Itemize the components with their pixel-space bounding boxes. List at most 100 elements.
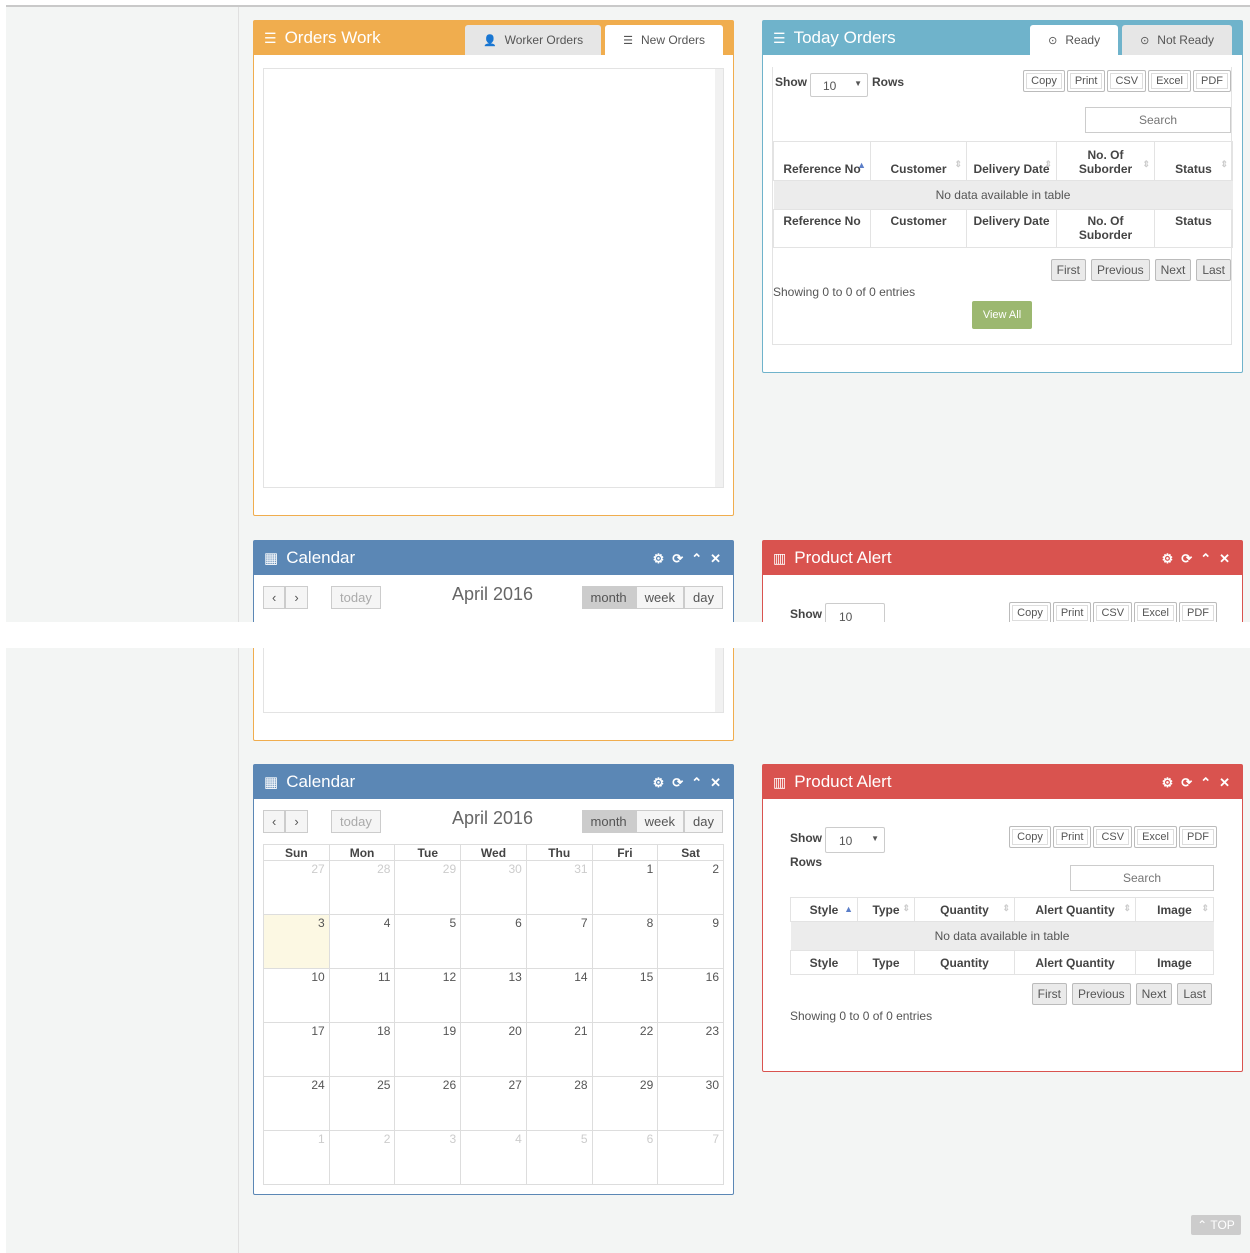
chevron-up-icon[interactable]: ⌃: [691, 775, 702, 791]
rows-select[interactable]: 10 ▼: [810, 73, 868, 97]
calendar-day-cell[interactable]: 6: [460, 914, 527, 969]
orders-work-content[interactable]: [263, 68, 724, 488]
calendar-day-cell[interactable]: 13: [460, 968, 527, 1023]
excel-button[interactable]: Excel: [1134, 826, 1177, 848]
calendar-day-cell[interactable]: 7: [525, 914, 593, 969]
pdf-button[interactable]: PDF: [1193, 70, 1231, 92]
copy-button[interactable]: Copy: [1009, 826, 1051, 848]
calendar-day-cell[interactable]: 24: [263, 1076, 330, 1131]
calendar-day-cell[interactable]: 4: [328, 914, 396, 969]
tab-not-ready[interactable]: ⊙ Not Ready: [1122, 25, 1232, 55]
pdf-button[interactable]: PDF: [1179, 826, 1217, 848]
column-header[interactable]: Type ⇕: [857, 897, 915, 922]
orders-work-content[interactable]: [263, 648, 724, 713]
print-button[interactable]: Print: [1066, 70, 1106, 92]
pdf-button[interactable]: PDF: [1179, 602, 1217, 622]
calendar-day-cell[interactable]: 21: [525, 1022, 593, 1077]
column-header[interactable]: Style ▲: [790, 897, 858, 922]
calendar-day-cell[interactable]: 14: [525, 968, 593, 1023]
copy-button[interactable]: Copy: [1009, 602, 1051, 622]
next-page-button[interactable]: Next: [1135, 983, 1173, 1005]
calendar-day-cell[interactable]: 1: [263, 1130, 330, 1185]
column-header[interactable]: Delivery Date ⇕: [966, 141, 1057, 181]
calendar-day-cell[interactable]: 1: [591, 860, 659, 915]
month-view-button[interactable]: month: [581, 810, 636, 833]
calendar-day-cell[interactable]: 5: [394, 914, 462, 969]
gear-icon[interactable]: ⚙: [1162, 551, 1174, 567]
calendar-day-cell[interactable]: 18: [328, 1022, 396, 1077]
calendar-day-cell[interactable]: 27: [263, 860, 330, 915]
back-to-top-button[interactable]: ⌃ TOP: [1191, 1215, 1241, 1235]
calendar-day-cell[interactable]: 17: [263, 1022, 330, 1077]
column-header[interactable]: No. Of Suborder ⇕: [1056, 141, 1155, 181]
calendar-day-cell[interactable]: 20: [460, 1022, 527, 1077]
calendar-day-cell[interactable]: 31: [525, 860, 593, 915]
week-view-button[interactable]: week: [635, 586, 685, 609]
calendar-day-cell[interactable]: 23: [657, 1022, 724, 1077]
column-header[interactable]: Reference No ▲: [773, 141, 871, 181]
previous-page-button[interactable]: Previous: [1090, 259, 1150, 281]
close-icon[interactable]: ✕: [1219, 551, 1230, 567]
calendar-day-cell[interactable]: 8: [591, 914, 659, 969]
calendar-day-cell[interactable]: 27: [460, 1076, 527, 1131]
view-all-button[interactable]: View All: [972, 301, 1032, 329]
prev-month-button[interactable]: ‹: [263, 810, 286, 833]
calendar-day-cell[interactable]: 29: [591, 1076, 659, 1131]
week-view-button[interactable]: week: [635, 810, 685, 833]
calendar-day-cell[interactable]: 26: [394, 1076, 462, 1131]
refresh-icon[interactable]: ⟳: [1181, 775, 1192, 791]
calendar-day-cell[interactable]: 6: [591, 1130, 659, 1185]
column-header[interactable]: Quantity ⇕: [914, 897, 1015, 922]
rows-select[interactable]: 10 ▼: [825, 827, 885, 853]
calendar-day-cell[interactable]: 2: [657, 860, 724, 915]
gear-icon[interactable]: ⚙: [1162, 775, 1174, 791]
tab-new-orders[interactable]: ☰ New Orders: [605, 25, 723, 55]
csv-button[interactable]: CSV: [1093, 826, 1133, 848]
column-header[interactable]: Customer ⇕: [870, 141, 967, 181]
chevron-up-icon[interactable]: ⌃: [1200, 775, 1211, 791]
today-button[interactable]: today: [331, 586, 381, 609]
calendar-day-cell[interactable]: 7: [657, 1130, 724, 1185]
calendar-day-cell[interactable]: 15: [591, 968, 659, 1023]
refresh-icon[interactable]: ⟳: [672, 775, 683, 791]
next-page-button[interactable]: Next: [1154, 259, 1192, 281]
calendar-day-cell[interactable]: 16: [657, 968, 724, 1023]
first-page-button[interactable]: First: [1031, 983, 1067, 1005]
excel-button[interactable]: Excel: [1134, 602, 1177, 622]
calendar-day-cell[interactable]: 2: [328, 1130, 396, 1185]
first-page-button[interactable]: First: [1050, 259, 1086, 281]
close-icon[interactable]: ✕: [1219, 775, 1230, 791]
calendar-day-cell[interactable]: 30: [460, 860, 527, 915]
calendar-day-cell[interactable]: 10: [263, 968, 330, 1023]
today-button[interactable]: today: [331, 810, 381, 833]
print-button[interactable]: Print: [1052, 602, 1092, 622]
search-input[interactable]: [1085, 107, 1231, 133]
column-header[interactable]: Image ⇕: [1135, 897, 1214, 922]
calendar-day-cell[interactable]: 29: [394, 860, 462, 915]
excel-button[interactable]: Excel: [1148, 70, 1191, 92]
next-month-button[interactable]: ›: [285, 586, 308, 609]
calendar-day-cell[interactable]: 3: [394, 1130, 462, 1185]
last-page-button[interactable]: Last: [1196, 259, 1231, 281]
day-view-button[interactable]: day: [684, 810, 723, 833]
rows-select[interactable]: 10: [825, 603, 885, 622]
tab-ready[interactable]: ⊙ Ready: [1030, 25, 1119, 55]
close-icon[interactable]: ✕: [710, 775, 721, 791]
search-input[interactable]: [1070, 865, 1214, 891]
csv-button[interactable]: CSV: [1093, 602, 1133, 622]
gear-icon[interactable]: ⚙: [653, 775, 665, 791]
tab-worker-orders[interactable]: 👤 Worker Orders: [464, 25, 602, 55]
calendar-day-cell[interactable]: 30: [657, 1076, 724, 1131]
copy-button[interactable]: Copy: [1023, 70, 1065, 92]
scrollbar[interactable]: [715, 69, 723, 487]
print-button[interactable]: Print: [1052, 826, 1092, 848]
calendar-day-cell[interactable]: 28: [525, 1076, 593, 1131]
refresh-icon[interactable]: ⟳: [672, 551, 683, 567]
calendar-day-cell[interactable]: 11: [328, 968, 396, 1023]
chevron-up-icon[interactable]: ⌃: [1200, 551, 1211, 567]
calendar-day-cell[interactable]: 19: [394, 1022, 462, 1077]
gear-icon[interactable]: ⚙: [653, 551, 665, 567]
calendar-day-cell[interactable]: 5: [525, 1130, 593, 1185]
calendar-day-cell[interactable]: 25: [328, 1076, 396, 1131]
next-month-button[interactable]: ›: [285, 810, 308, 833]
